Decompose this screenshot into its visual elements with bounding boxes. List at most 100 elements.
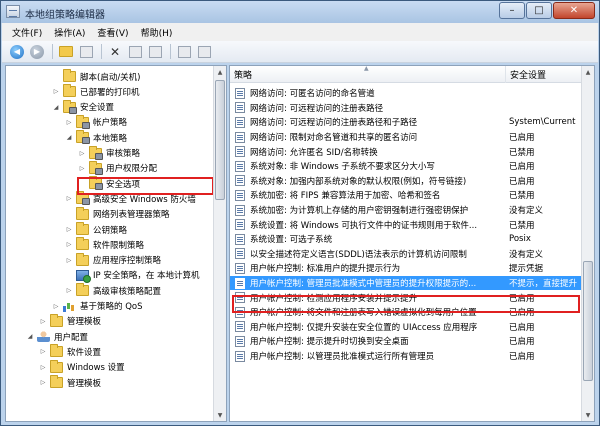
policy-row[interactable]: 系统对象: 非 Windows 子系统不要求区分大小写 已启用 [230,159,583,174]
tree-item[interactable]: ◢ 本地策略 [65,130,127,145]
column-setting[interactable]: 安全设置 [506,66,583,83]
expand-arrow-icon[interactable]: ▷ [39,317,47,325]
policy-row[interactable]: 网络访问: 可远程访问的注册表路径和子路径 System\Current [230,115,583,130]
tree-item[interactable]: ▷ Windows 设置 [39,359,125,375]
policy-list-pane[interactable]: 策略 ▲ 安全设置 网络访问: 可匿名访问的命名管道网络访问: 可远程访问的注册… [229,65,595,422]
back-arrow-icon[interactable]: ◀ [8,43,26,60]
scroll-down-icon[interactable]: ▼ [214,409,226,421]
expand-arrow-icon[interactable]: ▷ [65,256,73,264]
expand-arrow-icon[interactable]: ▷ [65,226,73,234]
tree-item[interactable]: ▷ 软件设置 [39,344,101,359]
expand-arrow-icon[interactable]: ▷ [78,149,86,157]
policy-cell: 网络访问: 可匿名访问的命名管道 [230,87,506,99]
tree-item[interactable]: ▷ 软件限制策略 [65,237,144,252]
column-setting-label: 安全设置 [510,71,547,81]
tree-item[interactable]: ▷ 管理模板 [39,313,101,329]
menu-help[interactable]: 帮助(H) [135,26,179,39]
title-bar[interactable]: 本地组策略编辑器 – □ ✕ [1,1,599,23]
expand-arrow-icon[interactable]: ▷ [52,302,60,310]
policy-row[interactable]: 用户帐户控制: 以管理员批准模式运行所有管理员 已启用 [230,349,583,364]
expand-arrow-icon[interactable]: ▷ [78,164,86,172]
up-folder-icon[interactable] [57,43,75,60]
policy-row[interactable]: 网络访问: 可匿名访问的命名管道 [230,86,583,101]
policy-row[interactable]: 网络访问: 可远程访问的注册表路径 [230,101,583,116]
folder-icon [76,252,89,266]
help-icon[interactable] [175,43,193,60]
tree-item[interactable]: ◢ 安全设置 [52,99,114,115]
lockfolder-icon [89,145,103,160]
tree-item[interactable]: ◢ 用户配置 [26,329,88,344]
policy-row[interactable]: 用户帐户控制: 仅提升安装在安全位置的 UIAccess 应用程序 已启用 [230,320,583,335]
collapse-arrow-icon[interactable]: ◢ [52,103,60,111]
security-setting-value: 不提示，直接提升 [509,279,578,290]
policy-row[interactable]: 系统设置: 将 Windows 可执行文件中的证书规则用于软件... 已禁用 [230,217,583,232]
tree-item[interactable]: ▷ 用户权限分配 [78,160,157,176]
tree-item[interactable]: ▷ 已部署的打印机 [52,84,140,99]
expand-arrow-icon[interactable]: ▷ [65,287,73,295]
tree-item[interactable]: ▷ 基于策略的 QoS [52,299,143,314]
menu-file[interactable]: 文件(F) [6,26,48,39]
collapse-arrow-icon[interactable]: ◢ [26,333,34,341]
scroll-thumb[interactable] [215,80,225,200]
export-list-icon[interactable] [146,43,164,60]
show-tree-icon[interactable] [77,43,95,60]
folder-icon [76,283,89,297]
policy-icon [235,321,245,333]
policy-icon [235,189,245,201]
policy-name: 用户帐户控制: 提示提升时切换到安全桌面 [250,337,409,348]
policy-name: 用户帐户控制: 管理员批准模式中管理员的提升权限提示的... [250,279,477,290]
tree-item[interactable]: ▷ 高级审核策略配置 [65,283,161,298]
expand-arrow-icon[interactable]: ▷ [39,363,47,371]
security-setting-value: 没有定义 [509,249,544,260]
policy-row[interactable]: 用户帐户控制: 管理员批准模式中管理员的提升权限提示的... 不提示，直接提升 [230,275,583,291]
policy-icon [235,233,245,245]
scroll-up-icon[interactable]: ▲ [582,66,594,78]
properties-icon[interactable] [126,43,144,60]
policy-name: 系统对象: 加强内部系统对象的默认权限(例如，符号链接) [250,176,467,187]
expand-arrow-icon[interactable]: ▷ [65,241,73,249]
expand-arrow-icon[interactable]: ▷ [39,379,47,387]
policy-name: 网络访问: 可远程访问的注册表路径和子路径 [250,118,418,129]
tree-item[interactable]: 网络列表管理器策略 [65,206,170,222]
tree-item[interactable]: ▷ 应用程序控制策略 [65,252,161,268]
folder-icon [63,69,76,82]
policy-row[interactable]: 系统加密: 为计算机上存储的用户密钥强制进行强密钥保护 没有定义 [230,203,583,218]
collapse-arrow-icon[interactable]: ◢ [65,134,73,142]
policy-row[interactable]: 网络访问: 允许匿名 SID/名称转换 已禁用 [230,144,583,159]
policy-row[interactable]: 系统对象: 加强内部系统对象的默认权限(例如，符号链接) 已启用 [230,174,583,189]
delete-icon[interactable]: ✕ [106,43,124,60]
scroll-down-icon[interactable]: ▼ [582,409,594,421]
show-hide-icon[interactable] [195,43,213,60]
column-policy[interactable]: 策略 ▲ [230,66,506,83]
policy-row[interactable]: 用户帐户控制: 提示提升时切换到安全桌面 已启用 [230,334,583,349]
policy-icon [235,262,245,274]
maximize-button[interactable]: □ [526,2,552,19]
policy-name: 系统设置: 将 Windows 可执行文件中的证书规则用于软件... [250,220,478,231]
expand-arrow-icon[interactable]: ▷ [52,88,60,96]
policy-row[interactable]: 系统设置: 可选子系统 Posix [230,232,583,247]
minimize-button[interactable]: – [499,2,525,19]
tree-item[interactable]: IP 安全策略，在 本地计算机 [65,268,200,283]
menu-action[interactable]: 操作(A) [48,26,91,39]
tree-item[interactable]: ▷ 审核策略 [78,145,140,161]
tree-item[interactable]: 脚本(启动/关机) [52,69,141,84]
expand-arrow-icon[interactable]: ▷ [65,195,73,203]
policy-icon [235,219,245,231]
policy-row[interactable]: 系统加密: 将 FIPS 兼容算法用于加密、哈希和签名 已禁用 [230,188,583,203]
expand-arrow-icon[interactable]: ▷ [39,348,47,356]
scroll-thumb[interactable] [583,261,593,381]
policy-row[interactable]: 用户帐户控制: 标准用户的提升提示行为 提示凭据 [230,261,583,276]
tree-pane[interactable]: 脚本(启动/关机) ▷ 已部署的打印机 ◢ 安全设置 ▷ 帐户策略 ◢ 本地策略 ▷ 审核策略 ▷ 用户… [5,65,227,422]
tree-item[interactable]: ▷ 管理模板 [39,375,101,390]
policy-row[interactable]: 以安全描述符定义语言(SDDL)语法表示的计算机访问限制 没有定义 [230,247,583,262]
scroll-up-icon[interactable]: ▲ [214,66,226,78]
tree-item[interactable]: ▷ 公钥策略 [65,222,127,237]
forward-arrow-icon[interactable]: ▶ [28,43,46,60]
expand-arrow-icon[interactable]: ▷ [65,118,73,126]
policy-row[interactable]: 网络访问: 限制对命名管道和共享的匿名访问 已启用 [230,130,583,145]
tree-scrollbar[interactable]: ▲ ▼ [213,66,226,421]
close-button[interactable]: ✕ [553,2,595,19]
tree-item[interactable]: ▷ 帐户策略 [65,114,127,130]
list-scrollbar[interactable]: ▲ ▼ [581,66,594,421]
menu-view[interactable]: 查看(V) [91,26,134,39]
